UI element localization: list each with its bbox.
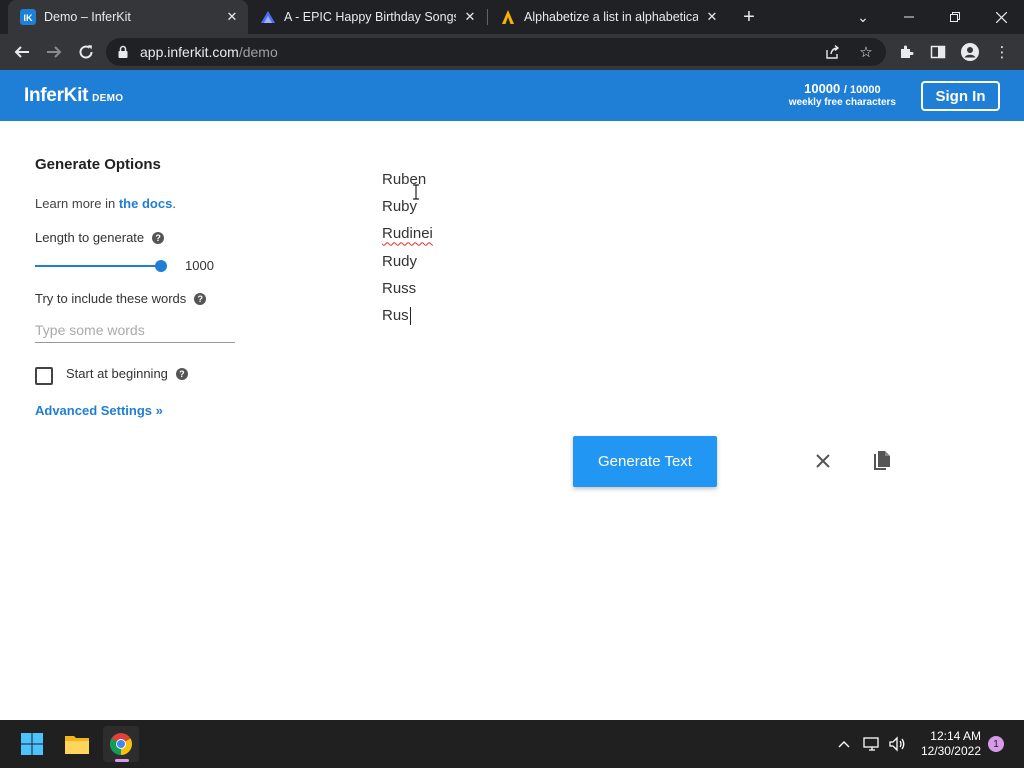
- copy-icon[interactable]: [871, 449, 893, 473]
- prompt-text-editor[interactable]: Ruben Ruby Rudinei Rudy Russ Rus: [382, 168, 942, 408]
- restore-icon[interactable]: [932, 0, 978, 34]
- tab-title: Demo – InferKit: [44, 10, 131, 24]
- start-label: Start at beginning ?: [66, 366, 188, 381]
- include-words-input[interactable]: [35, 318, 235, 343]
- quota-used: 10000: [804, 81, 841, 96]
- close-tab-icon[interactable]: ✕: [462, 9, 478, 25]
- tab-title: Alphabetize a list in alphabetical: [524, 10, 698, 24]
- quota-label: weekly free characters: [788, 97, 896, 108]
- share-icon[interactable]: [823, 42, 843, 62]
- length-slider-thumb[interactable]: [155, 260, 167, 272]
- learn-more-text: Learn more in the docs.: [35, 196, 176, 211]
- learn-suffix: .: [172, 196, 176, 211]
- reload-icon[interactable]: [72, 38, 100, 66]
- svg-text:IK: IK: [24, 13, 34, 23]
- generate-text-button[interactable]: Generate Text: [573, 436, 717, 487]
- mountain-icon: [260, 9, 276, 25]
- close-window-icon[interactable]: [978, 0, 1024, 34]
- tab-title: A - EPIC Happy Birthday Songs!: [284, 10, 456, 24]
- menu-kebab-icon[interactable]: ⋮: [992, 42, 1012, 62]
- editor-line-active: Rus: [382, 304, 942, 331]
- clock-time: 12:14 AM: [930, 729, 981, 743]
- length-value: 1000: [185, 258, 214, 273]
- editor-line-text: Rus: [382, 306, 409, 324]
- close-tab-icon[interactable]: ✕: [224, 9, 240, 25]
- tab-alphabetize[interactable]: Alphabetize a list in alphabetical ✕: [488, 0, 728, 34]
- words-label-text: Try to include these words: [35, 291, 187, 306]
- start-at-beginning-checkbox[interactable]: [35, 367, 53, 385]
- start-windows-icon[interactable]: [14, 726, 50, 762]
- back-icon[interactable]: [8, 38, 36, 66]
- a-logo-icon: [500, 9, 516, 25]
- learn-prefix: Learn more in: [35, 196, 116, 211]
- active-app-indicator: [115, 759, 129, 762]
- lock-icon: [116, 45, 130, 59]
- url-text: app.inferkit.com/demo: [140, 44, 278, 60]
- forward-icon[interactable]: [40, 38, 68, 66]
- docs-link[interactable]: the docs: [119, 196, 172, 211]
- close-icon[interactable]: [812, 450, 834, 472]
- address-bar[interactable]: app.inferkit.com/demo ☆: [106, 38, 886, 66]
- ibeam-cursor-icon: [411, 184, 421, 200]
- logo-demo-badge: DEMO: [92, 93, 124, 104]
- options-title: Generate Options: [35, 156, 161, 173]
- advanced-settings-link[interactable]: Advanced Settings »: [35, 403, 163, 418]
- generate-options-panel: Generate Options Learn more in the docs.…: [35, 156, 255, 418]
- editor-line: Ruby: [382, 198, 418, 216]
- inferkit-logo[interactable]: InferKit DEMO: [24, 85, 123, 107]
- tab-inferkit-demo[interactable]: IK Demo – InferKit ✕: [8, 0, 248, 34]
- site-header: InferKit DEMO 10000 / 10000 weekly free c…: [0, 70, 1024, 121]
- editor-line: Russ: [382, 279, 417, 297]
- chevron-up-icon[interactable]: [834, 734, 854, 754]
- windows-taskbar: 12:14 AM 12/30/2022: [0, 720, 1024, 768]
- new-tab-icon[interactable]: +: [737, 5, 761, 29]
- bookmark-star-icon[interactable]: ☆: [856, 42, 876, 62]
- extensions-icon[interactable]: [896, 42, 916, 62]
- misspelled-word: Rudinei: [382, 225, 433, 243]
- quota-max: / 10000: [843, 84, 881, 96]
- url-path: /demo: [238, 44, 278, 60]
- editor-line: Rudinei: [382, 222, 942, 249]
- help-icon[interactable]: ?: [152, 231, 165, 244]
- notification-badge[interactable]: 1: [988, 736, 1004, 752]
- chrome-icon[interactable]: [103, 726, 139, 762]
- help-icon[interactable]: ?: [175, 367, 188, 380]
- inferkit-logo-icon: IK: [20, 9, 36, 25]
- length-label-text: Length to generate: [35, 230, 145, 245]
- sign-in-button[interactable]: Sign In: [921, 81, 1000, 111]
- clock-date: 12/30/2022: [920, 744, 981, 758]
- length-slider-track[interactable]: [35, 265, 161, 267]
- side-panel-icon[interactable]: [928, 42, 948, 62]
- tab-search-icon[interactable]: ⌄: [840, 0, 886, 34]
- close-tab-icon[interactable]: ✕: [704, 9, 720, 25]
- text-caret: [409, 306, 411, 325]
- words-label: Try to include these words ?: [35, 291, 207, 306]
- profile-icon[interactable]: [960, 42, 980, 62]
- system-clock[interactable]: 12:14 AM 12/30/2022: [921, 729, 981, 759]
- browser-toolbar: app.inferkit.com/demo ☆ ⋮: [0, 34, 1024, 70]
- editor-line: Rudy: [382, 252, 418, 270]
- network-icon[interactable]: [862, 734, 882, 754]
- logo-text: InferKit: [24, 85, 89, 106]
- help-icon[interactable]: ?: [194, 292, 207, 305]
- browser-tab-bar: IK Demo – InferKit ✕ A - EPIC Happy Birt…: [0, 0, 1024, 34]
- start-label-text[interactable]: Start at beginning: [66, 366, 168, 381]
- length-label: Length to generate ?: [35, 230, 165, 245]
- quota-count: 10000 / 10000: [789, 81, 896, 96]
- file-explorer-icon[interactable]: [59, 726, 95, 762]
- quota-counter: 10000 / 10000 weekly free characters: [789, 81, 896, 108]
- editor-line: Ruben: [382, 171, 427, 188]
- url-host: app.inferkit.com: [140, 44, 239, 60]
- tab-birthday-songs[interactable]: A - EPIC Happy Birthday Songs! ✕: [248, 0, 486, 34]
- minimize-icon[interactable]: [886, 0, 932, 34]
- volume-icon[interactable]: [887, 734, 907, 754]
